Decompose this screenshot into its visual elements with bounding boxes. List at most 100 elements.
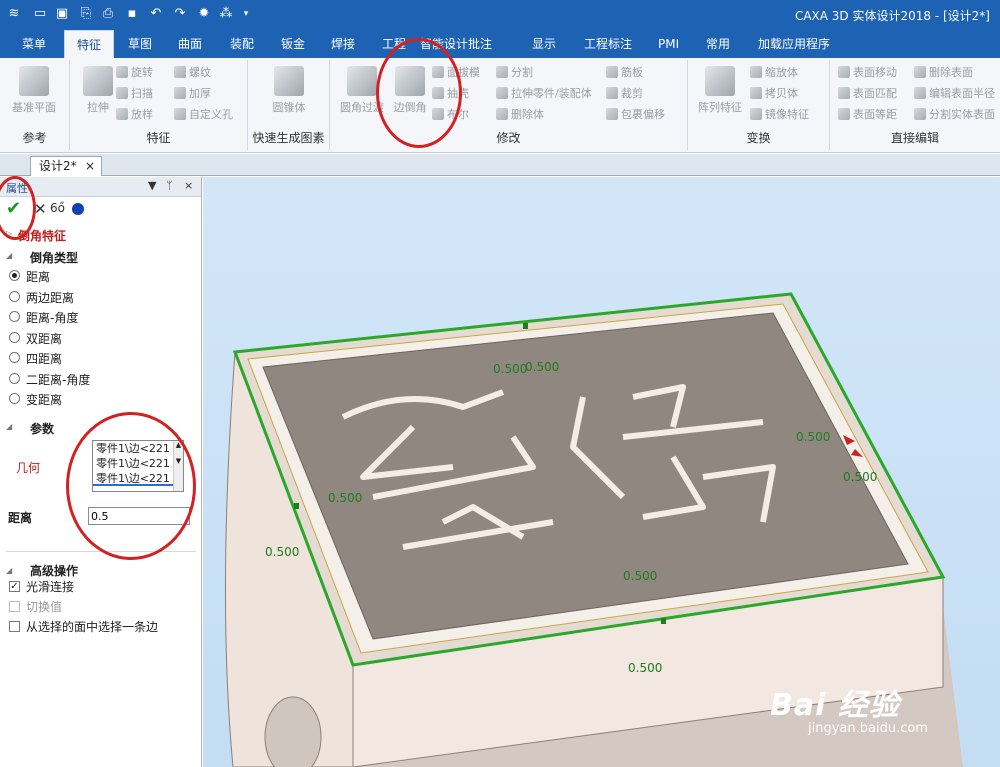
tab-welding[interactable]: 焊接 [331, 30, 355, 58]
checkbox-select-edge-from-face[interactable] [9, 621, 20, 632]
snap-icon[interactable]: ⁂ [218, 6, 234, 22]
thicken-label: 加厚 [189, 87, 211, 100]
radio-label-two-distances: 两边距离 [26, 291, 75, 305]
close-icon[interactable]: × [184, 179, 193, 192]
tab-menu[interactable]: 菜单 [22, 30, 46, 58]
extrude-label: 拉伸 [87, 101, 109, 114]
dim-label: 0.500 [328, 491, 362, 505]
scale-body-label: 缩放体 [765, 66, 798, 79]
annotation-circle-params [66, 412, 196, 560]
export-icon[interactable]: ⎙ [100, 6, 116, 22]
stretch-part-label: 拉伸零件/装配体 [511, 87, 592, 100]
gear-icon[interactable]: ✹ [196, 6, 212, 22]
dim-label: 0.500 [525, 360, 559, 374]
new-icon[interactable]: ▭ [32, 6, 48, 22]
radio-distance-angle[interactable] [9, 311, 20, 322]
thread-label: 螺纹 [189, 66, 211, 79]
split-button[interactable]: 分割 [496, 64, 533, 82]
tab-sketch[interactable]: 草图 [128, 30, 152, 58]
match-face-button[interactable]: 表面匹配 [838, 85, 897, 103]
cone-button[interactable]: 圆锥体 [261, 64, 317, 122]
thicken-button[interactable]: 加厚 [174, 85, 211, 103]
move-face-button[interactable]: 表面移动 [838, 64, 897, 82]
advanced-header: 高级操作 [30, 564, 79, 578]
collapse-triangle-icon[interactable]: ◢ [6, 566, 12, 575]
tab-addins[interactable]: 加载应用程序 [758, 30, 830, 58]
caxa-logo-icon[interactable]: ≋ [6, 6, 22, 22]
tab-pmi[interactable]: PMI [658, 30, 679, 58]
tab-display[interactable]: 显示 [532, 30, 556, 58]
annotation-circle-chamfer [376, 38, 462, 148]
thread-button[interactable]: 螺纹 [174, 64, 211, 82]
pattern-feature-button[interactable]: 阵列特征 [692, 64, 748, 122]
tab-assembly[interactable]: 装配 [230, 30, 254, 58]
redo-icon[interactable]: ↷ [172, 6, 188, 22]
group-feature: 拉伸 旋转 扫描 放样 螺纹 加厚 自定义孔 特征 [70, 60, 248, 150]
checkbox-label-smooth-connect: 光滑连接 [26, 580, 75, 594]
chevron-down-icon[interactable]: ▼ [148, 179, 156, 192]
custom-hole-button[interactable]: 自定义孔 [174, 106, 233, 124]
split-solid-face-button[interactable]: 分割实体表面 [914, 106, 995, 124]
edit-face-radius-icon [914, 87, 926, 99]
import-icon[interactable]: ⎘ [78, 6, 94, 22]
undo-icon[interactable]: ↶ [148, 6, 164, 22]
revolve-button[interactable]: 旋转 [116, 64, 153, 82]
trim-button[interactable]: 裁剪 [606, 85, 643, 103]
geometry-label: 几何 [16, 461, 41, 475]
edit-face-radius-button[interactable]: 编辑表面半径 [914, 85, 995, 103]
thicken-icon [174, 87, 186, 99]
radio-four-distance[interactable] [9, 352, 20, 363]
offset-face-button[interactable]: 表面等距 [838, 106, 897, 124]
move-face-icon [838, 66, 850, 78]
help-icon[interactable] [72, 203, 84, 215]
open-icon[interactable]: ▣ [54, 6, 70, 22]
collapse-triangle-icon[interactable]: ◢ [6, 251, 12, 260]
scale-body-icon [750, 66, 762, 78]
mirror-feature-icon [750, 108, 762, 120]
watermark-brand: Bai 经验 [770, 688, 900, 723]
tab-feature[interactable]: 特征 [64, 30, 115, 59]
dim-label: 0.500 [265, 545, 299, 559]
checkbox-switch-value[interactable] [9, 601, 20, 612]
split-solid-face-label: 分割实体表面 [929, 108, 995, 121]
close-icon[interactable]: × [85, 157, 95, 175]
pin-icon[interactable]: ᛘ [166, 179, 173, 192]
rib-button[interactable]: 筋板 [606, 64, 643, 82]
scale-body-button[interactable]: 缩放体 [750, 64, 798, 82]
sweep-icon [116, 87, 128, 99]
wrap-offset-button[interactable]: 包裹偏移 [606, 106, 665, 124]
cone-icon [274, 66, 304, 96]
save-icon[interactable]: ▪ [124, 6, 140, 22]
sweep-button[interactable]: 扫描 [116, 85, 153, 103]
loft-button[interactable]: 放样 [116, 106, 153, 124]
radio-two-distances[interactable] [9, 291, 20, 302]
radio-distance[interactable] [9, 270, 20, 281]
radio-label-variable-distance: 变距离 [26, 393, 63, 407]
collapse-triangle-icon[interactable]: ◢ [6, 422, 12, 431]
checkbox-label-select-edge-from-face: 从选择的面中选择一条边 [26, 620, 159, 634]
checkbox-smooth-connect[interactable]: ✓ [9, 581, 20, 592]
customize-dropdown-icon[interactable]: ▾ [238, 6, 254, 22]
document-tab[interactable]: 设计2* × [30, 156, 102, 176]
delete-body-button[interactable]: 删除体 [496, 106, 544, 124]
preview-icon[interactable]: 6ő [50, 201, 65, 215]
radio-label-distance: 距离 [26, 270, 51, 284]
stretch-part-button[interactable]: 拉伸零件/装配体 [496, 85, 592, 103]
revolve-icon [116, 66, 128, 78]
tab-surface[interactable]: 曲面 [178, 30, 202, 58]
radio-variable-distance[interactable] [9, 393, 20, 404]
copy-body-button[interactable]: 拷贝体 [750, 85, 798, 103]
mirror-feature-button[interactable]: 镜像特征 [750, 106, 809, 124]
datum-plane-button[interactable]: 基准平面 [6, 64, 62, 122]
document-tab-label: 设计2* [39, 159, 77, 173]
radio-label-two-distance-angle: 二距离-角度 [26, 373, 91, 387]
radio-two-distance-angle[interactable] [9, 373, 20, 384]
tab-dimension[interactable]: 工程标注 [584, 30, 632, 58]
copy-body-label: 拷贝体 [765, 87, 798, 100]
3d-viewport[interactable]: 0.500 0.500 0.500 0.500 0.500 0.500 0.50… [203, 177, 1000, 767]
radio-double-distance[interactable] [9, 332, 20, 343]
delete-face-button[interactable]: 删除表面 [914, 64, 973, 82]
tab-common[interactable]: 常用 [706, 30, 730, 58]
trim-label: 裁剪 [621, 87, 643, 100]
tab-sheet-metal[interactable]: 钣金 [281, 30, 305, 58]
